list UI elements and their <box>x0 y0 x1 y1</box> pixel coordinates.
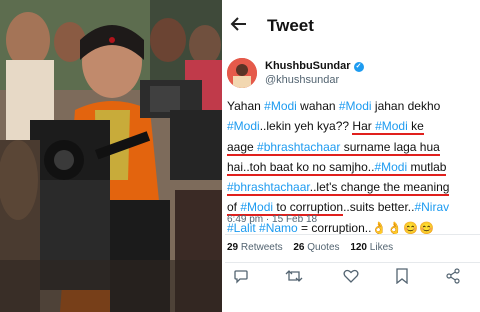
verified-icon: ✓ <box>353 62 364 72</box>
tweet-actions <box>225 268 480 288</box>
divider <box>225 262 480 263</box>
tweet-timestamp[interactable]: 6:49 pm · 15 Feb 18 <box>227 214 317 225</box>
tweet-stats: 29 Retweets 26 Quotes 120 Likes <box>227 242 394 253</box>
tweet-header: Tweet <box>225 10 480 44</box>
reply-icon[interactable] <box>233 268 253 288</box>
protest-photo <box>0 0 222 312</box>
share-icon[interactable] <box>445 268 465 288</box>
emoji-group: 👌👌😊😊 <box>371 220 436 235</box>
hashtag-modi[interactable]: #Modi <box>339 99 372 113</box>
quotes-count[interactable]: 26 <box>293 242 304 253</box>
hashtag-modi[interactable]: #Modi <box>375 119 408 133</box>
page-title: Tweet <box>267 16 314 35</box>
divider <box>225 234 480 235</box>
hashtag-modi[interactable]: #Modi <box>240 200 273 214</box>
photo-illustration <box>0 0 222 312</box>
back-arrow-icon[interactable] <box>229 14 249 34</box>
retweets-count[interactable]: 29 <box>227 242 238 253</box>
retweet-icon[interactable] <box>285 268 305 288</box>
hashtag-modi[interactable]: #Modi <box>374 160 407 174</box>
like-icon[interactable] <box>343 268 363 288</box>
author-handle[interactable]: @khushsundar <box>265 74 339 86</box>
hashtag-bhrashtachaar[interactable]: #bhrashtachaar <box>257 140 340 154</box>
hashtag-modi[interactable]: #Modi <box>264 99 297 113</box>
likes-count[interactable]: 120 <box>350 242 367 253</box>
hashtag-nirav[interactable]: #Nirav <box>414 200 449 214</box>
author-name-text: KhushbuSundar <box>265 60 351 72</box>
hashtag-modi[interactable]: #Modi <box>227 119 260 133</box>
bookmark-icon[interactable] <box>395 268 415 288</box>
avatar[interactable] <box>227 58 257 88</box>
tweet-panel: Tweet KhushbuSundar ✓ @khushsundar Yahan … <box>225 0 480 312</box>
hashtag-bhrashtachaar[interactable]: #bhrashtachaar <box>227 180 310 194</box>
author-name[interactable]: KhushbuSundar ✓ <box>265 60 364 72</box>
